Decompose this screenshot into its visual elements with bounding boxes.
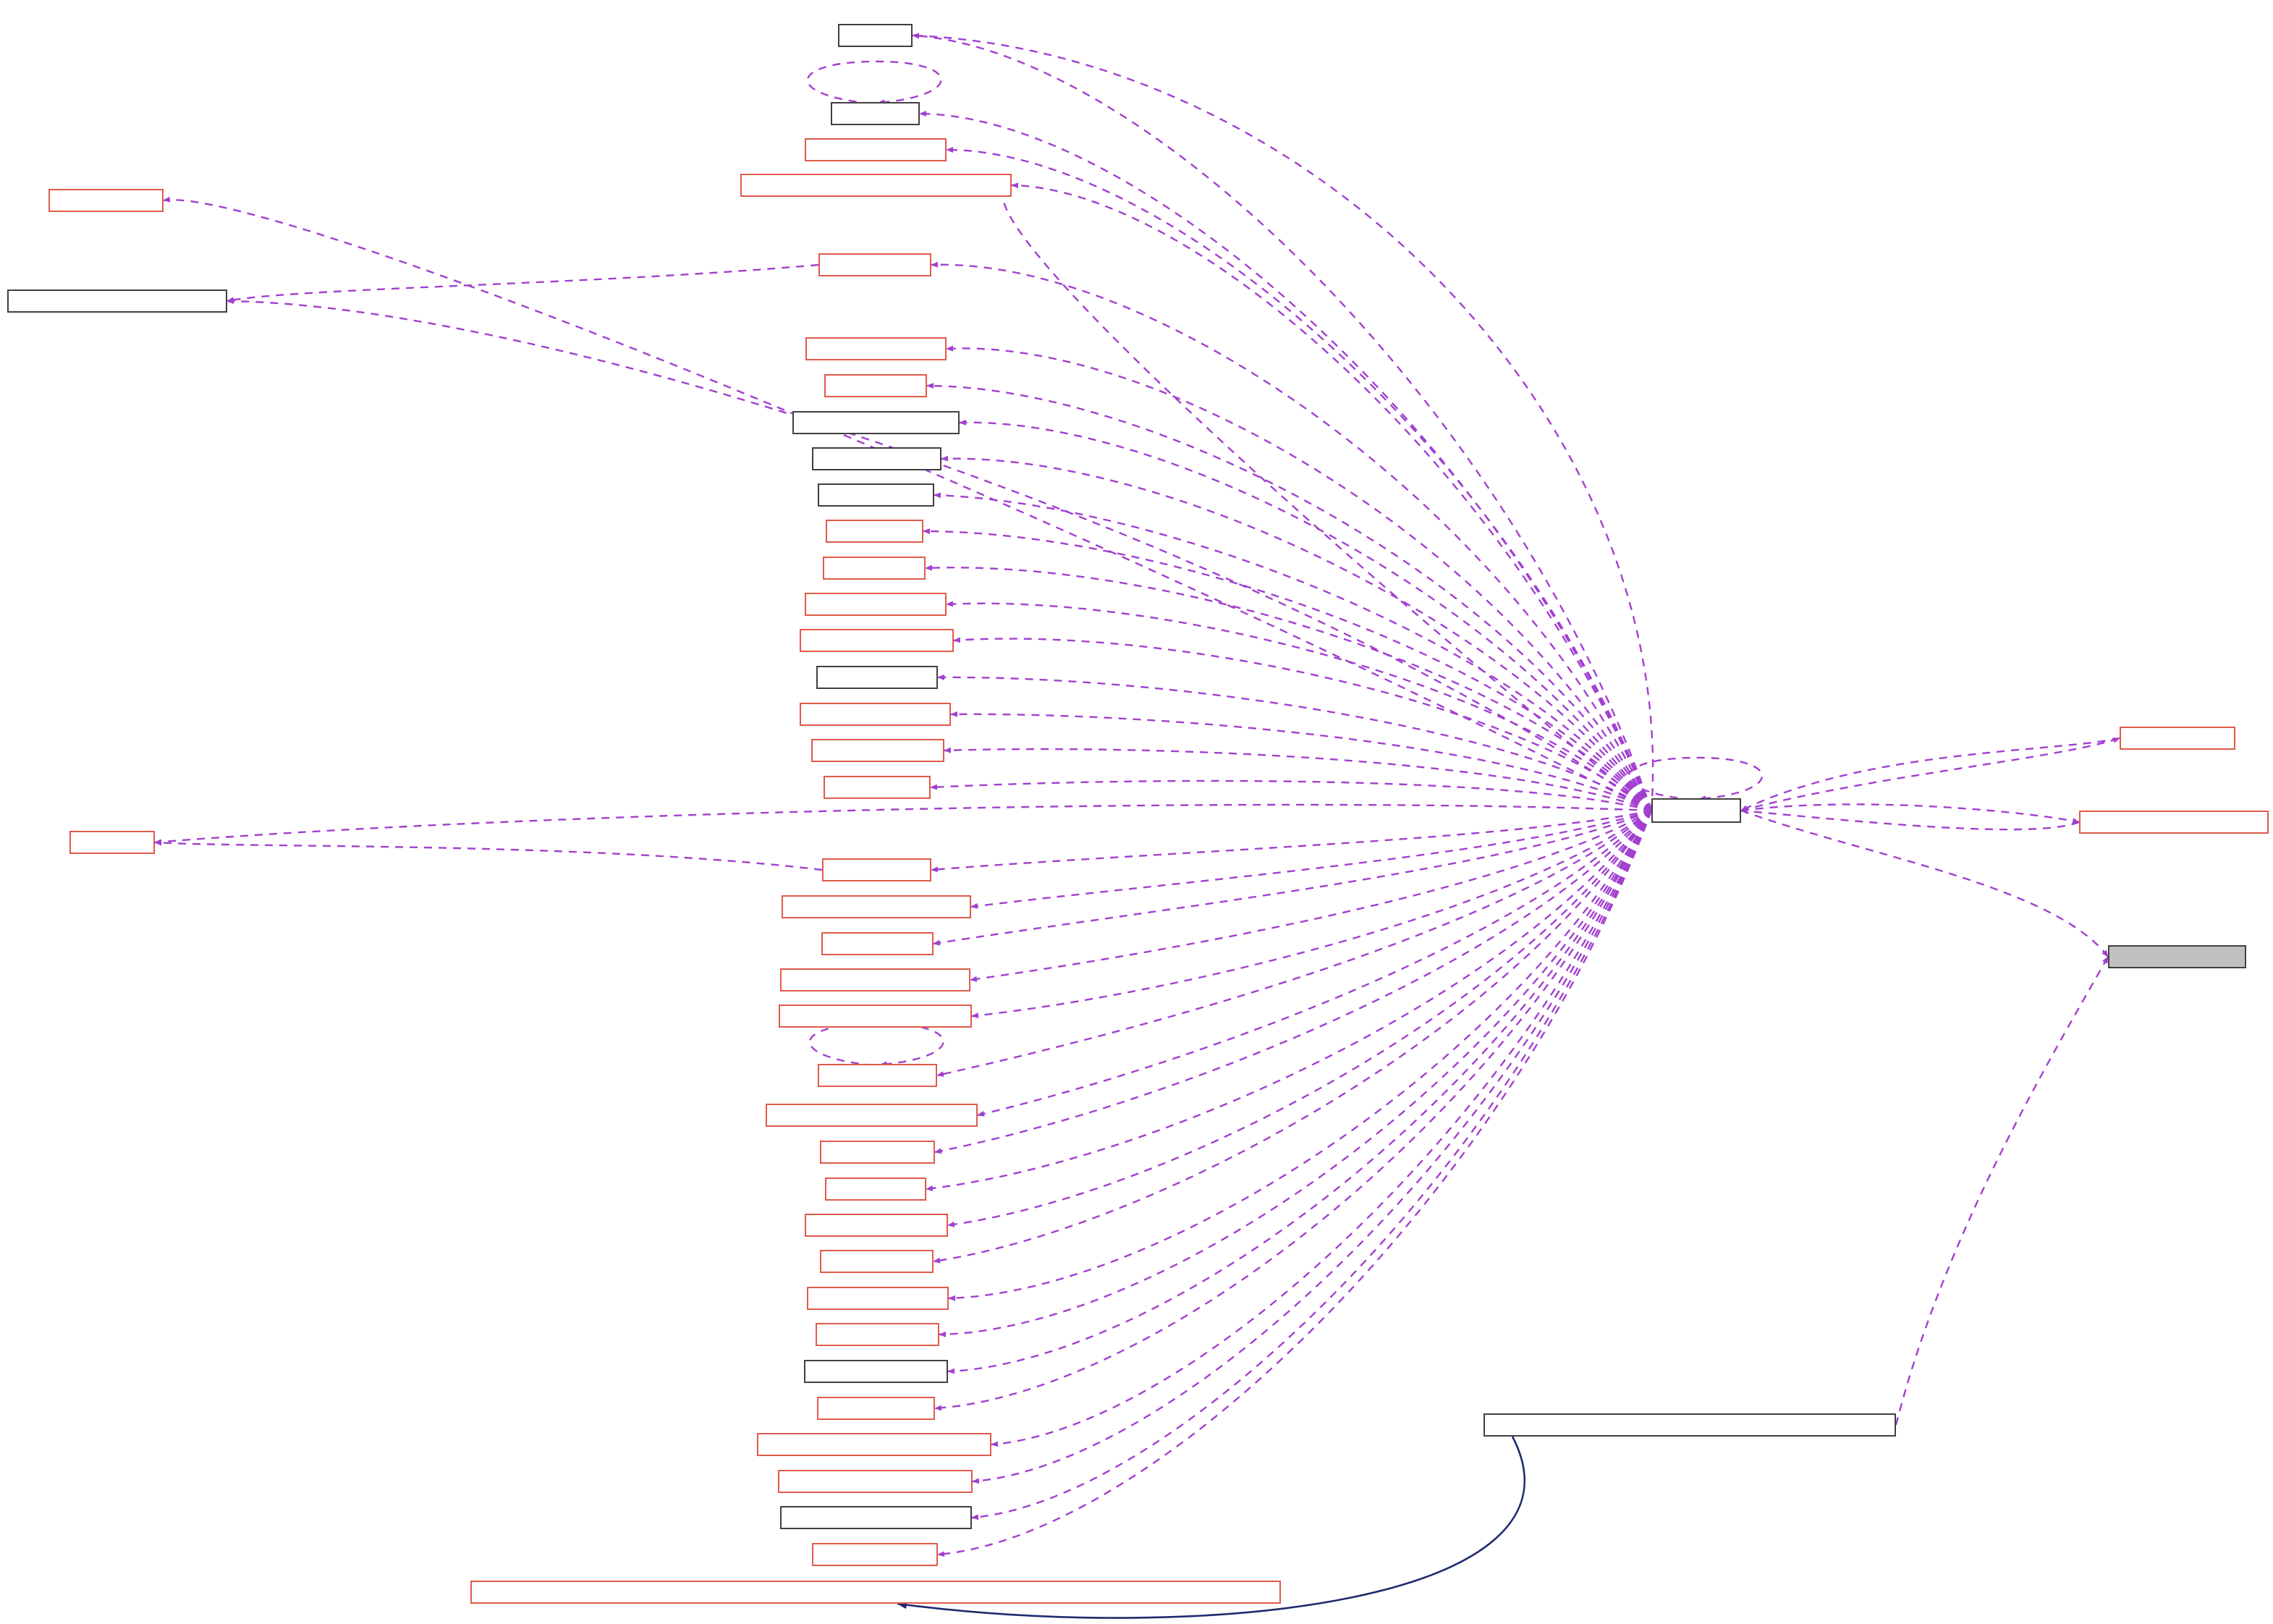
class-node-tao_server_strategy[interactable]: [805, 1214, 948, 1237]
edge-path: [946, 345, 1653, 811]
class-node-tao_request_disp[interactable]: [812, 447, 941, 470]
edge-path: [1740, 737, 2120, 812]
class-node-tao_codeset_mgr[interactable]: [816, 666, 938, 689]
edge-path: [154, 840, 823, 871]
edge-path: [1895, 956, 2109, 1426]
class-node-tao_orbinit_reg[interactable]: [780, 968, 970, 991]
class-node-tao_stub_factory[interactable]: [826, 520, 923, 543]
edge-path: [931, 809, 1652, 873]
class-node-tao_colloc_resolver[interactable]: [811, 739, 944, 762]
edge-path: [912, 33, 1654, 811]
class-node-tao_iorinterceptor[interactable]: [804, 1360, 948, 1383]
edge-path: [807, 60, 942, 106]
class-node-tao_valuetype_ad[interactable]: [816, 1323, 939, 1346]
edge-path: [154, 803, 1652, 845]
class-node-ace_array_map[interactable]: [7, 289, 227, 313]
class-node-ace_intrusive_auto[interactable]: [757, 1433, 991, 1456]
edge-path: [1627, 756, 1764, 802]
edge-path: [944, 747, 1652, 812]
edge-path: [972, 810, 1653, 1484]
class-node-tao_srv_req_int[interactable]: [778, 1470, 973, 1493]
collaboration-diagram-canvas: [0, 0, 2273, 1624]
class-node-tao_client_req_int[interactable]: [779, 1005, 972, 1028]
edge-path: [227, 298, 1652, 811]
edge-path: [933, 810, 1653, 1264]
class-node-tao_ziop_adapter[interactable]: [825, 1177, 926, 1201]
class-node-tao_parser_registry[interactable]: [824, 776, 931, 799]
class-node-ace_lock_adapter[interactable]: [766, 1104, 978, 1127]
class-node-ace_hash_map_mgr[interactable]: [1483, 1413, 1896, 1437]
class-node-tao_ft_service[interactable]: [805, 138, 947, 161]
edge-path: [1011, 182, 1653, 811]
edge-path: [948, 810, 1653, 1301]
edge-path: [991, 810, 1653, 1447]
edge-path: [947, 810, 1652, 1227]
edge-path: [936, 810, 1652, 1077]
edge-path: [950, 711, 1652, 812]
class-node-tao_adapter_registry[interactable]: [2120, 727, 2235, 750]
edge-path: [970, 809, 1652, 909]
edge-path: [937, 674, 1652, 812]
edge-path: [1740, 808, 2080, 831]
edge-path: [947, 810, 1653, 1374]
class-node-tao_policyfactory[interactable]: [780, 1506, 972, 1529]
edge-path: [919, 111, 1653, 811]
class-node-tao_orb_parameters[interactable]: [818, 253, 931, 276]
edge-path: [926, 810, 1652, 1191]
class-node-tao_bidir_adapter[interactable]: [823, 557, 926, 580]
class-node-tao_service_ctx[interactable]: [800, 703, 951, 726]
class-node-tao_cleanup_func[interactable]: [805, 337, 947, 360]
class-node-ace_atomic_op[interactable]: [740, 174, 1012, 197]
class-node-ace_time_value[interactable]: [831, 102, 920, 125]
edge-path: [971, 810, 1652, 1019]
class-node-tao_endpoint_sel[interactable]: [800, 629, 954, 652]
edge-path: [1002, 183, 1652, 811]
class-node-tao_thread_pool_mgr[interactable]: [2108, 945, 2246, 968]
class-node-tao_orb_core[interactable]: [1651, 798, 1741, 823]
edge-path: [1740, 737, 2120, 812]
class-node-tao_protocols_hooks[interactable]: [821, 932, 934, 955]
class-node-tao_objectkey_table[interactable]: [820, 1141, 935, 1164]
class-node-ace_hash_map_ex[interactable]: [470, 1581, 1281, 1604]
class-node-tao_resource_factory[interactable]: [820, 1250, 934, 1273]
class-node-ace_string_base[interactable]: [48, 189, 164, 212]
edge-path: [1740, 803, 2080, 824]
class-node-tao_pseudo_var[interactable]: [807, 1287, 949, 1310]
class-node-tao_policy_manager[interactable]: [822, 858, 931, 881]
class-node-tao_net_prio_hooks[interactable]: [782, 895, 971, 918]
edge-layer: [154, 33, 2120, 1619]
edge-path: [939, 810, 1653, 1337]
class-node-tao_flushing[interactable]: [818, 483, 934, 507]
edge-path: [912, 33, 1653, 811]
edge-path: [809, 1022, 944, 1067]
class-node-tao_policy_current[interactable]: [824, 374, 927, 397]
edge-path: [937, 810, 1653, 1557]
class-node-tao_client_strategy[interactable]: [805, 593, 947, 616]
edge-path: [959, 419, 1653, 811]
class-node-tao_adapter[interactable]: [838, 24, 913, 47]
edge-path: [971, 810, 1653, 1521]
class-node-ace_thread_mgr[interactable]: [818, 1064, 937, 1087]
class-node-tao_lane_res_mgr[interactable]: [2079, 811, 2269, 834]
class-node-tao_object_ref_table[interactable]: [817, 1397, 935, 1420]
class-node-tao_transport_queue[interactable]: [792, 411, 960, 434]
edge-path: [1740, 809, 2109, 957]
class-node-tao_policy_set[interactable]: [69, 831, 155, 854]
edge-path: [227, 263, 819, 303]
class-node-ace_unbounded_set[interactable]: [812, 1543, 938, 1566]
